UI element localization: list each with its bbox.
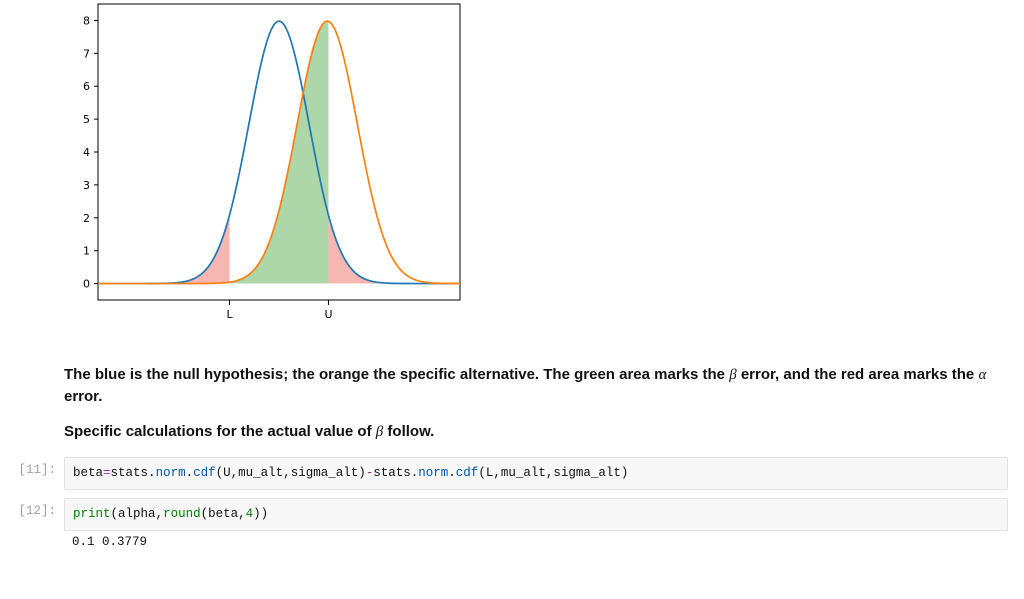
notebook-page: 0 1 2 3 4 5 6 7 8 L U The blue is the null hypothe…: [0, 0, 1024, 569]
chart-svg: 0 1 2 3 4 5 6 7 8 L U: [64, 0, 464, 340]
svg-text:6: 6: [83, 80, 90, 93]
cell-prompt: [11]:: [0, 457, 64, 477]
explanation-line-1: The blue is the null hypothesis; the ora…: [64, 364, 1008, 407]
svg-text:8: 8: [83, 14, 90, 27]
svg-text:U: U: [324, 308, 332, 321]
code-input[interactable]: beta=stats.norm.cdf(U,mu_alt,sigma_alt)-…: [64, 457, 1008, 490]
explanation-text-2b: follow.: [383, 423, 434, 440]
explanation-line-2: Specific calculations for the actual val…: [64, 421, 1008, 443]
svg-text:2: 2: [83, 212, 90, 225]
svg-text:7: 7: [83, 47, 90, 60]
svg-text:1: 1: [83, 245, 90, 258]
explanation-text-2a: Specific calculations for the actual val…: [64, 423, 376, 440]
cell-prompt: [12]:: [0, 498, 64, 518]
alpha-symbol: α: [978, 367, 986, 383]
cell-output: 0.1 0.3779: [64, 531, 1008, 549]
svg-text:4: 4: [83, 146, 90, 159]
code-cell-12: [12]: print(alpha,round(beta,4)): [0, 498, 1024, 531]
svg-text:3: 3: [83, 179, 90, 192]
svg-text:5: 5: [83, 113, 90, 126]
hypothesis-chart: 0 1 2 3 4 5 6 7 8 L U: [64, 0, 464, 340]
content-column: 0 1 2 3 4 5 6 7 8 L U The blue is the null hypothe…: [64, 0, 1008, 443]
explanation-text-1b: error, and the red area marks the: [737, 366, 979, 383]
svg-text:0: 0: [83, 278, 90, 291]
explanation-text-1c: error.: [64, 388, 102, 405]
svg-text:L: L: [226, 308, 233, 321]
code-input[interactable]: print(alpha,round(beta,4)): [64, 498, 1008, 531]
beta-symbol: β: [729, 367, 736, 383]
explanation-text: The blue is the null hypothesis; the ora…: [64, 364, 1008, 443]
code-cell-11: [11]: beta=stats.norm.cdf(U,mu_alt,sigma…: [0, 457, 1024, 490]
explanation-text-1a: The blue is the null hypothesis; the ora…: [64, 366, 729, 383]
